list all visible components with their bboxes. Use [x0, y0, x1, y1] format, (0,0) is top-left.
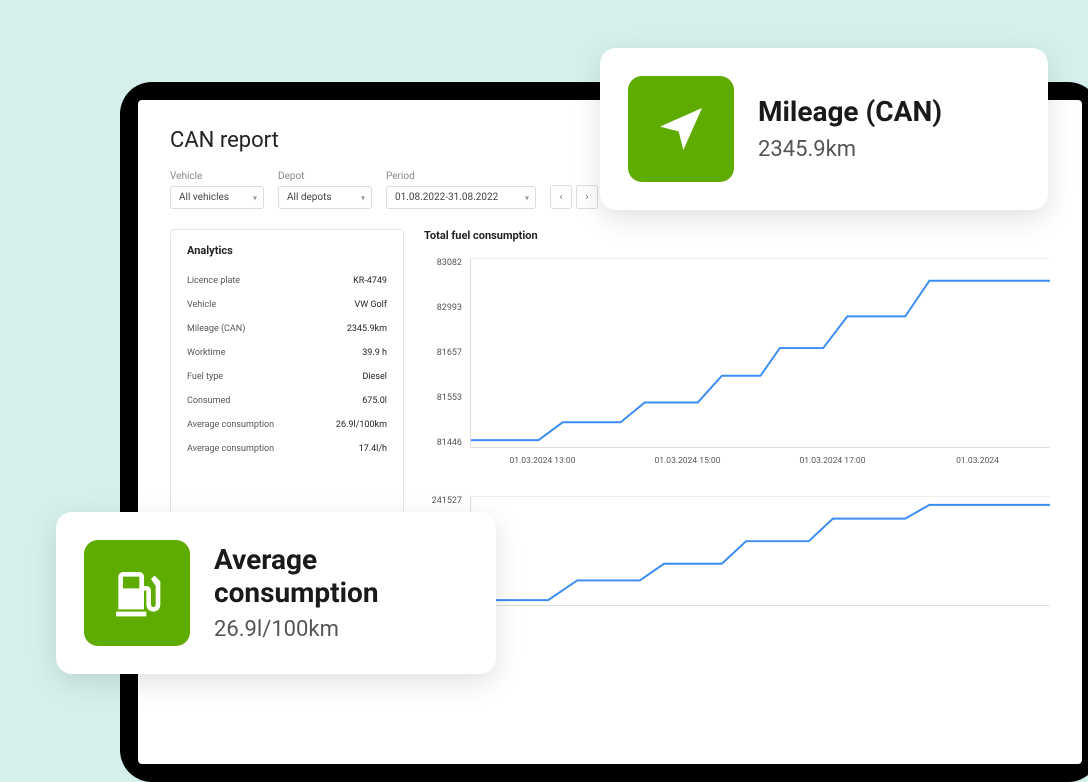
navigation-arrow-icon [653, 101, 709, 157]
next-period-button[interactable]: › [576, 185, 598, 209]
chevron-down-icon: ▾ [525, 193, 529, 202]
chevron-down-icon: ▾ [253, 193, 257, 202]
y-tick: 81446 [424, 438, 462, 448]
fuel-line-icon [471, 259, 1050, 447]
prev-period-button[interactable]: ‹ [550, 185, 572, 209]
depot-select[interactable]: All depots ▾ [278, 186, 372, 209]
analytics-row: Consumed 675.0l [187, 389, 387, 413]
fuel-chart-title: Total fuel consumption [424, 229, 1050, 242]
analytics-value: 26.9l/100km [336, 420, 387, 430]
analytics-value: 675.0l [362, 396, 387, 406]
fuel-plot [470, 258, 1050, 448]
x-tick: 01.03.2024 17:00 [760, 456, 905, 466]
chevron-left-icon: ‹ [559, 192, 562, 203]
filter-depot-label: Depot [278, 171, 372, 182]
period-nav: ‹ › [550, 185, 598, 209]
analytics-row: Licence plate KR-4749 [187, 269, 387, 293]
avg-icon-box [84, 540, 190, 646]
analytics-key: Fuel type [187, 372, 223, 382]
y-tick: 83082 [424, 258, 462, 268]
second-line-icon [471, 497, 1050, 605]
analytics-row: Mileage (CAN) 2345.9km [187, 317, 387, 341]
avg-title: Average consumption [214, 544, 462, 608]
second-chart: 241527 240823 [424, 496, 1050, 606]
analytics-row: Fuel type Diesel [187, 365, 387, 389]
chevron-right-icon: › [585, 192, 588, 203]
y-tick: 81553 [424, 393, 462, 403]
x-tick: 01.03.2024 13:00 [470, 456, 615, 466]
analytics-value: 17.4l/h [359, 444, 387, 454]
analytics-value: Diesel [363, 372, 387, 382]
fuel-x-axis: 01.03.2024 13:00 01.03.2024 15:00 01.03.… [470, 448, 1050, 466]
filter-vehicle: Vehicle All vehicles ▾ [170, 171, 264, 209]
analytics-row: Vehicle VW Golf [187, 293, 387, 317]
analytics-key: Average consumption [187, 444, 274, 454]
depot-select-value: All depots [287, 192, 332, 203]
x-tick: 01.03.2024 15:00 [615, 456, 760, 466]
filter-period: Period 01.08.2022-31.08.2022 ▾ [386, 171, 536, 209]
analytics-key: Vehicle [187, 300, 216, 310]
fuel-y-axis: 83082 82993 81657 81553 81446 [424, 258, 470, 448]
vehicle-select-value: All vehicles [179, 192, 229, 203]
analytics-key: Consumed [187, 396, 230, 406]
mileage-card: Mileage (CAN) 2345.9km [600, 48, 1048, 210]
fuel-chart: 83082 82993 81657 81553 81446 [424, 258, 1050, 448]
analytics-row: Average consumption 17.4l/h [187, 437, 387, 461]
x-tick: 01.03.2024 [905, 456, 1050, 466]
y-tick: 241527 [424, 496, 462, 506]
mileage-icon-box [628, 76, 734, 182]
analytics-row: Average consumption 26.9l/100km [187, 413, 387, 437]
chart-area: Total fuel consumption 83082 82993 81657… [424, 229, 1050, 606]
analytics-value: VW Golf [354, 300, 387, 310]
mileage-text: Mileage (CAN) 2345.9km [758, 96, 942, 161]
avg-text: Average consumption 26.9l/100km [214, 544, 462, 641]
analytics-title: Analytics [187, 244, 387, 257]
analytics-value: KR-4749 [353, 276, 387, 286]
analytics-key: Licence plate [187, 276, 240, 286]
vehicle-select[interactable]: All vehicles ▾ [170, 186, 264, 209]
analytics-value: 39.9 h [362, 348, 387, 358]
avg-consumption-card: Average consumption 26.9l/100km [56, 512, 496, 674]
fuel-chart-block: Total fuel consumption 83082 82993 81657… [424, 229, 1050, 466]
avg-value: 26.9l/100km [214, 617, 462, 642]
mileage-value: 2345.9km [758, 137, 942, 162]
mileage-title: Mileage (CAN) [758, 96, 942, 128]
period-select[interactable]: 01.08.2022-31.08.2022 ▾ [386, 186, 536, 209]
analytics-value: 2345.9km [347, 324, 387, 334]
analytics-row: Worktime 39.9 h [187, 341, 387, 365]
filter-depot: Depot All depots ▾ [278, 171, 372, 209]
filter-vehicle-label: Vehicle [170, 171, 264, 182]
analytics-key: Mileage (CAN) [187, 324, 245, 334]
filter-period-label: Period [386, 171, 536, 182]
second-plot [470, 496, 1050, 606]
period-select-value: 01.08.2022-31.08.2022 [395, 192, 498, 203]
second-chart-block: 241527 240823 [424, 496, 1050, 606]
y-tick: 81657 [424, 348, 462, 358]
y-tick: 82993 [424, 303, 462, 313]
analytics-key: Average consumption [187, 420, 274, 430]
chevron-down-icon: ▾ [361, 193, 365, 202]
analytics-key: Worktime [187, 348, 225, 358]
fuel-pump-icon [109, 565, 165, 621]
